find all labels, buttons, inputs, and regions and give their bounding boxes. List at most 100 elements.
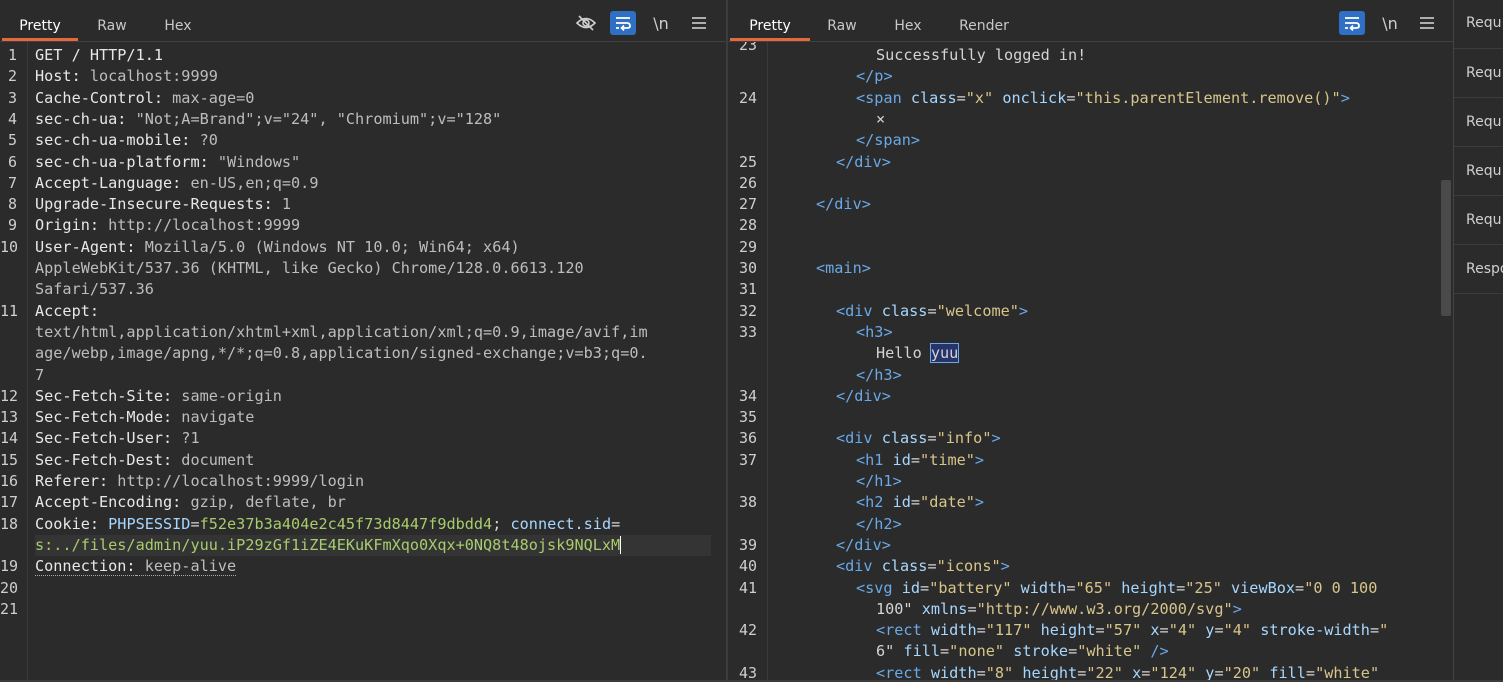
response-tab-render[interactable]: Render <box>950 14 1018 38</box>
code-line[interactable]: GET / HTTP/1.1 <box>35 45 163 66</box>
code-line[interactable]: 7 <box>35 365 44 386</box>
code-line[interactable]: Cache-Control: max-age=0 <box>35 88 254 109</box>
code-line[interactable]: </div> <box>836 152 891 173</box>
code-line[interactable]: <div class="icons"> <box>836 556 1010 577</box>
code-line[interactable]: Sec-Fetch-Site: same-origin <box>35 386 282 407</box>
html-tag: > <box>881 386 891 405</box>
header-name: Cache-Control: <box>35 88 164 107</box>
newline-icon[interactable]: \n <box>648 11 674 35</box>
request-tab-hex[interactable]: Hex <box>150 14 206 38</box>
header-name: Host: <box>35 67 81 86</box>
code-line[interactable]: Hello yuu <box>876 343 960 364</box>
line-number: 28 <box>738 216 757 235</box>
code-line[interactable]: Sec-Fetch-Mode: navigate <box>35 407 254 428</box>
wrap-icon[interactable] <box>610 11 636 35</box>
code-line[interactable]: Upgrade-Insecure-Requests: 1 <box>35 194 291 215</box>
line-number: 30 <box>738 259 757 277</box>
header-value: keep-alive <box>135 557 237 577</box>
code-line[interactable]: <rect width="117" height="57" x="4" y="4… <box>876 620 1388 641</box>
line-number: 8 <box>7 195 17 214</box>
code-line[interactable]: Host: localhost:9999 <box>35 66 218 87</box>
request-tab-raw[interactable]: Raw <box>84 14 140 38</box>
code-line[interactable]: User-Agent: Mozilla/5.0 (Windows NT 10.0… <box>35 237 520 258</box>
selected-text: yuu <box>929 343 960 364</box>
response-tab-pretty[interactable]: Pretty <box>730 14 810 41</box>
code-line[interactable]: Origin: http://localhost:9999 <box>35 215 300 236</box>
menu-icon[interactable] <box>686 11 712 35</box>
code-line[interactable]: Accept-Language: en-US,en;q=0.9 <box>35 173 318 194</box>
code-line[interactable]: </div> <box>816 194 871 215</box>
html-tag: </h3 <box>856 365 893 384</box>
code-line[interactable]: Safari/537.36 <box>35 279 154 300</box>
code-line[interactable]: s:../files/admin/yuu.iP29zGf1iZE4EKuKFmX… <box>35 534 711 557</box>
code-line[interactable]: text/html,application/xhtml+xml,applicat… <box>35 322 648 343</box>
code-token: = <box>1159 621 1169 640</box>
code-line[interactable]: </div> <box>836 535 891 556</box>
code-line[interactable]: <main> <box>816 258 871 279</box>
code-line[interactable]: <span class="x" onclick="this.parentElem… <box>856 88 1350 109</box>
side-item-request-cookies[interactable]: Requ <box>1454 147 1503 196</box>
side-item-response-headers[interactable]: Respo <box>1454 245 1503 294</box>
side-item-request-query[interactable]: Requ <box>1454 49 1503 98</box>
code-line[interactable]: </h3> <box>856 365 902 386</box>
header-name: Origin: <box>35 216 100 235</box>
code-line[interactable]: age/webp,image/apng,*/*;q=0.8,applicatio… <box>35 343 648 364</box>
cookie-name: connect.sid <box>510 514 612 533</box>
side-item-request-headers[interactable]: Requ <box>1454 196 1503 245</box>
line-number: 38 <box>738 493 757 512</box>
code-line[interactable]: <svg id="battery" width="65" height="25"… <box>856 578 1377 599</box>
code-line[interactable]: </p> <box>856 66 893 87</box>
header-value: AppleWebKit/537.36 (KHTML, like Gecko) C… <box>35 259 584 277</box>
code-line[interactable]: Connection: keep-alive <box>35 556 237 577</box>
side-item-request-attributes[interactable]: Requ <box>1454 0 1503 49</box>
code-line[interactable]: sec-ch-ua-platform: "Windows" <box>35 152 300 173</box>
side-item-request-body[interactable]: Requ <box>1454 98 1503 147</box>
header-value: http://localhost:9999/login <box>108 472 365 490</box>
header-value: 1 <box>272 195 292 214</box>
code-line[interactable]: <h2 id="date"> <box>856 492 984 513</box>
code-line[interactable]: Sec-Fetch-User: ?1 <box>35 428 200 449</box>
code-line[interactable]: 100" xmlns="http://www.w3.org/2000/svg"> <box>876 599 1242 620</box>
menu-icon[interactable] <box>1414 11 1440 35</box>
response-tab-hex[interactable]: Hex <box>880 14 936 38</box>
line-number: 24 <box>738 88 757 107</box>
code-line[interactable]: </h1> <box>856 471 902 492</box>
code-line[interactable]: Cookie: PHPSESSID=f52e37b3a404e2c45f73d8… <box>35 514 620 535</box>
header-value: "Windows" <box>208 152 301 171</box>
code-line[interactable]: <div class="info"> <box>836 428 1001 449</box>
response-tab-raw[interactable]: Raw <box>814 14 870 38</box>
html-attribute: fill <box>1269 663 1306 682</box>
header-name: Sec-Fetch-Site: <box>35 386 173 405</box>
code-line[interactable]: Accept-Encoding: gzip, deflate, br <box>35 492 346 513</box>
code-line[interactable]: sec-ch-ua-mobile: ?0 <box>35 130 218 151</box>
code-line[interactable]: AppleWebKit/537.36 (KHTML, like Gecko) C… <box>35 258 584 279</box>
line-number: 35 <box>738 408 757 427</box>
newline-icon[interactable]: \n <box>1377 11 1403 35</box>
html-attribute-value: "22" <box>1086 663 1123 682</box>
code-line[interactable]: </span> <box>856 130 920 151</box>
html-attribute: height <box>1022 663 1078 682</box>
header-name: Upgrade-Insecure-Requests: <box>35 195 273 214</box>
eye-off-icon[interactable] <box>573 11 599 35</box>
code-line[interactable]: Accept: <box>35 301 99 322</box>
code-line[interactable]: Referer: http://localhost:9999/login <box>35 471 364 492</box>
wrap-icon[interactable] <box>1339 11 1365 35</box>
response-scrollbar[interactable] <box>1441 180 1451 316</box>
code-line[interactable]: Sec-Fetch-Dest: document <box>35 450 254 471</box>
code-line[interactable]: </div> <box>836 386 891 407</box>
line-number: 34 <box>738 386 757 405</box>
code-line[interactable]: <h1 id="time"> <box>856 450 984 471</box>
code-line[interactable]: <h3> <box>856 322 893 343</box>
code-line[interactable]: </h2> <box>856 514 902 535</box>
code-line[interactable]: 6" fill="none" stroke="white" /> <box>876 641 1169 662</box>
header-name: Accept-Encoding: <box>35 493 182 512</box>
header-value: max-age=0 <box>163 88 255 107</box>
html-attribute: class <box>910 88 957 107</box>
code-line[interactable]: sec-ch-ua: "Not;A=Brand";v="24", "Chromi… <box>35 109 501 130</box>
request-tab-pretty[interactable]: Pretty <box>2 14 78 41</box>
code-line[interactable]: × <box>876 109 885 130</box>
code-line[interactable]: Successfully logged in! <box>876 45 1086 66</box>
code-line[interactable]: <div class="welcome"> <box>836 301 1028 322</box>
